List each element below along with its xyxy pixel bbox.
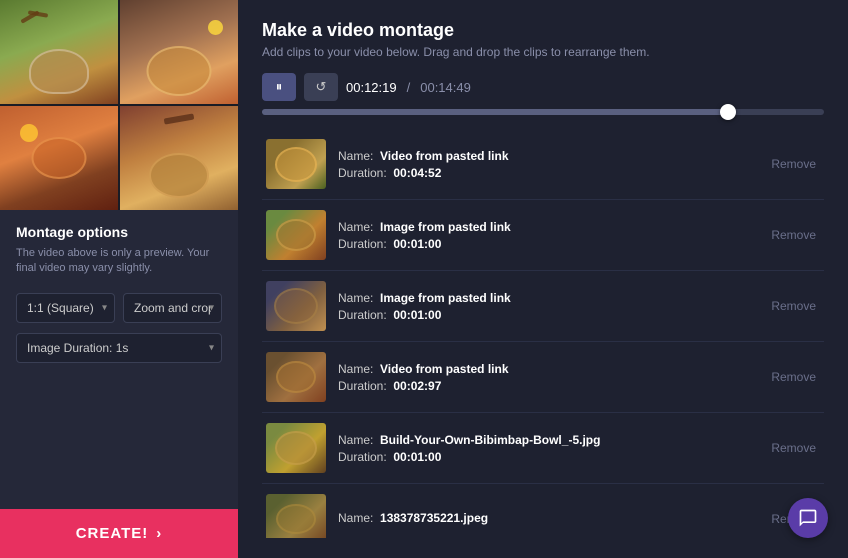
clip-name-value: Video from pasted link — [380, 362, 508, 376]
play-pause-icon: ⏸ — [276, 79, 283, 95]
clip-duration: Duration: 00:04:52 — [338, 166, 755, 180]
clip-duration-value: 00:02:97 — [393, 379, 441, 393]
montage-options-desc: The video above is only a preview. Your … — [16, 246, 222, 277]
remove-button[interactable]: Remove — [767, 226, 820, 244]
clip-duration-value: 00:01:00 — [393, 237, 441, 251]
clip-duration: Duration: 00:01:00 — [338, 237, 755, 251]
table-row: Name: Image from pasted link Duration: 0… — [262, 200, 824, 271]
remove-button[interactable]: Remove — [767, 297, 820, 315]
table-row: Name: Video from pasted link Duration: 0… — [262, 342, 824, 413]
remove-button[interactable]: Remove — [767, 439, 820, 457]
chat-button[interactable] — [788, 498, 828, 538]
clip-duration: Duration: 00:02:97 — [338, 379, 755, 393]
clip-thumbnail — [266, 210, 326, 260]
page-subtitle: Add clips to your video below. Drag and … — [262, 45, 824, 59]
clip-name: Name: Image from pasted link — [338, 291, 755, 305]
remove-button[interactable]: Remove — [767, 368, 820, 386]
chat-icon — [798, 508, 818, 528]
clip-name-value: Image from pasted link — [380, 291, 511, 305]
clip-name-value: 138378735221.jpeg — [380, 511, 488, 525]
clip-thumbnail — [266, 281, 326, 331]
clip-thumbnail — [266, 139, 326, 189]
create-button-arrow-icon: › — [156, 525, 162, 542]
clip-thumbnail — [266, 352, 326, 402]
main-content: Make a video montage Add clips to your v… — [238, 0, 848, 558]
remove-button[interactable]: Remove — [767, 155, 820, 173]
sidebar-content: Montage options The video above is only … — [0, 210, 238, 558]
progress-thumb[interactable] — [720, 104, 736, 120]
inline-selects-row: 1:1 (Square) 16:9 (Landscape) 9:16 (Port… — [16, 293, 222, 323]
preview-cell-2 — [120, 0, 238, 104]
time-separator: / — [407, 80, 411, 95]
clip-name: Name: 138378735221.jpeg — [338, 511, 755, 525]
clip-duration: Duration: 00:01:00 — [338, 450, 755, 464]
clip-name: Name: Build-Your-Own-Bibimbap-Bowl_-5.jp… — [338, 433, 755, 447]
clip-info: Name: Image from pasted link Duration: 0… — [338, 291, 755, 322]
clip-info: Name: Video from pasted link Duration: 0… — [338, 149, 755, 180]
clip-duration-value: 00:04:52 — [393, 166, 441, 180]
clip-info: Name: Image from pasted link Duration: 0… — [338, 220, 755, 251]
crop-mode-wrapper: Zoom and crop Letterbox Stretch ▾ — [123, 293, 222, 323]
reset-icon: ↺ — [316, 79, 327, 95]
create-button[interactable]: CREATE! › — [0, 509, 238, 558]
table-row: Name: Build-Your-Own-Bibimbap-Bowl_-5.jp… — [262, 413, 824, 484]
playback-controls: ⏸ ↺ 00:12:19 / 00:14:49 — [262, 73, 824, 101]
clip-duration-value: 00:01:00 — [393, 308, 441, 322]
create-button-label: CREATE! — [76, 525, 149, 542]
image-duration-wrapper: Image Duration: 1s Image Duration: 2s Im… — [16, 333, 222, 363]
montage-options-title: Montage options — [16, 224, 222, 240]
clip-thumbnail — [266, 494, 326, 538]
clip-duration: Duration: 00:01:00 — [338, 308, 755, 322]
preview-cell-1 — [0, 0, 118, 104]
clip-name: Name: Video from pasted link — [338, 149, 755, 163]
clip-name-value: Image from pasted link — [380, 220, 511, 234]
clip-name: Name: Image from pasted link — [338, 220, 755, 234]
clip-name-value: Build-Your-Own-Bibimbap-Bowl_-5.jpg — [380, 433, 600, 447]
preview-cell-3 — [0, 106, 118, 210]
clip-name: Name: Video from pasted link — [338, 362, 755, 376]
total-time: 00:14:49 — [420, 80, 471, 95]
image-duration-select[interactable]: Image Duration: 1s Image Duration: 2s Im… — [16, 333, 222, 363]
clip-duration-value: 00:01:00 — [393, 450, 441, 464]
preview-grid — [0, 0, 238, 210]
table-row: Name: Video from pasted link Duration: 0… — [262, 129, 824, 200]
page-title: Make a video montage — [262, 20, 824, 41]
sidebar: Montage options The video above is only … — [0, 0, 238, 558]
crop-mode-select[interactable]: Zoom and crop Letterbox Stretch — [123, 293, 222, 323]
aspect-ratio-wrapper: 1:1 (Square) 16:9 (Landscape) 9:16 (Port… — [16, 293, 115, 323]
progress-bar[interactable] — [262, 109, 824, 115]
clip-thumbnail — [266, 423, 326, 473]
clip-info: Name: 138378735221.jpeg — [338, 511, 755, 528]
clips-list: Name: Video from pasted link Duration: 0… — [262, 129, 824, 538]
preview-cell-4 — [120, 106, 238, 210]
progress-fill — [262, 109, 728, 115]
reset-button[interactable]: ↺ — [304, 73, 338, 101]
clip-info: Name: Build-Your-Own-Bibimbap-Bowl_-5.jp… — [338, 433, 755, 464]
current-time: 00:12:19 — [346, 80, 397, 95]
table-row: Name: Image from pasted link Duration: 0… — [262, 271, 824, 342]
video-preview — [0, 0, 238, 210]
play-pause-button[interactable]: ⏸ — [262, 73, 296, 101]
table-row: Name: 138378735221.jpeg Remove — [262, 484, 824, 538]
aspect-ratio-select[interactable]: 1:1 (Square) 16:9 (Landscape) 9:16 (Port… — [16, 293, 115, 323]
clip-name-value: Video from pasted link — [380, 149, 508, 163]
clip-info: Name: Video from pasted link Duration: 0… — [338, 362, 755, 393]
